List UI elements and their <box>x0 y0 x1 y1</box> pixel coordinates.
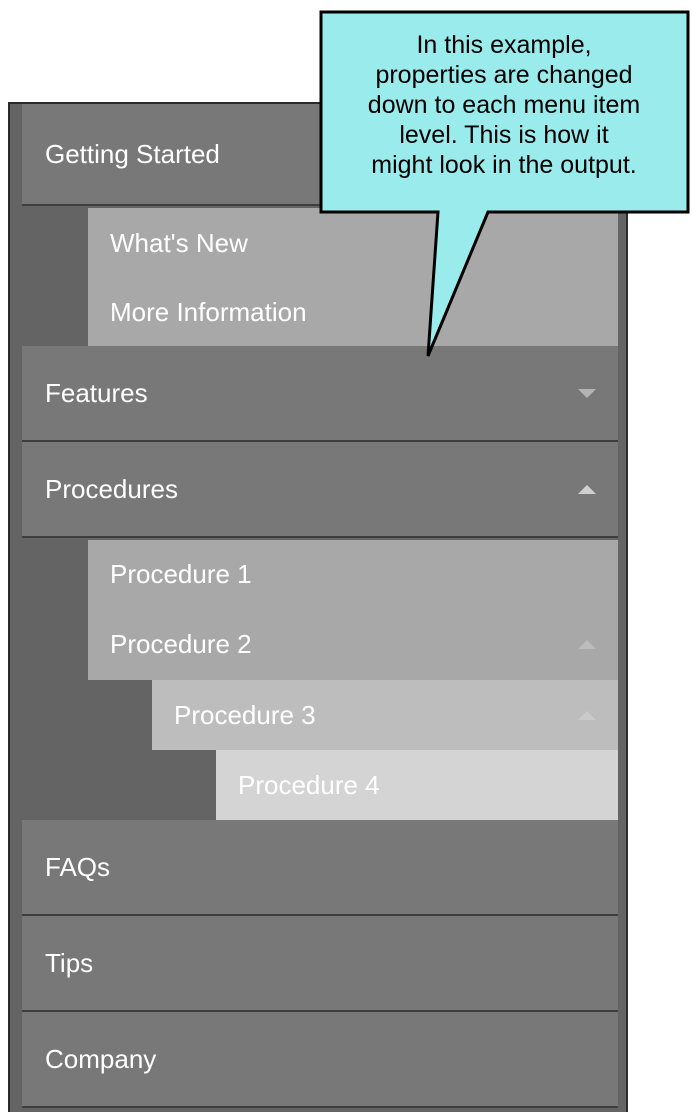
menu-item-company[interactable]: Company <box>22 1012 618 1108</box>
menu-item-label: Procedure 3 <box>174 699 316 730</box>
submenu-item-procedure-2[interactable]: Procedure 2 <box>88 608 618 680</box>
menu-item-tips[interactable]: Tips <box>22 916 618 1012</box>
menu-item-label: Procedure 4 <box>238 769 380 800</box>
menu-item-label: Procedure 2 <box>110 628 252 659</box>
callout-line: In this example, <box>416 31 592 59</box>
triangle-up-icon[interactable] <box>578 710 596 720</box>
submenu-item-procedure-4[interactable]: Procedure 4 <box>216 750 618 820</box>
menu-example-canvas: Getting Started What's New More Informat… <box>0 0 693 1112</box>
menu-item-label: Procedure 1 <box>110 558 252 589</box>
menu-item-features[interactable]: Features <box>22 346 618 442</box>
submenu-item-whats-new[interactable]: What's New <box>88 208 618 278</box>
submenu-item-procedure-1[interactable]: Procedure 1 <box>88 540 618 608</box>
triangle-down-icon[interactable] <box>578 388 596 398</box>
menu-item-label: Procedures <box>45 473 178 504</box>
side-menu: Getting Started What's New More Informat… <box>8 102 628 1112</box>
menu-item-getting-started[interactable]: Getting Started <box>22 104 618 206</box>
submenu-item-procedure-3[interactable]: Procedure 3 <box>152 680 618 750</box>
menu-item-label: Features <box>45 377 148 408</box>
callout-line: properties are changed <box>375 61 633 89</box>
menu-item-label: Getting Started <box>45 138 220 169</box>
submenu-item-more-information[interactable]: More Information <box>88 278 618 346</box>
menu-item-label: Company <box>45 1043 157 1074</box>
menu-item-label: What's New <box>110 227 248 258</box>
menu-item-faqs[interactable]: FAQs <box>22 820 618 916</box>
triangle-up-icon[interactable] <box>578 639 596 649</box>
menu-item-procedures[interactable]: Procedures <box>22 442 618 538</box>
triangle-up-icon[interactable] <box>578 484 596 494</box>
menu-item-label: Tips <box>45 947 94 978</box>
menu-item-label: FAQs <box>45 851 111 882</box>
menu-item-label: More Information <box>110 296 307 327</box>
